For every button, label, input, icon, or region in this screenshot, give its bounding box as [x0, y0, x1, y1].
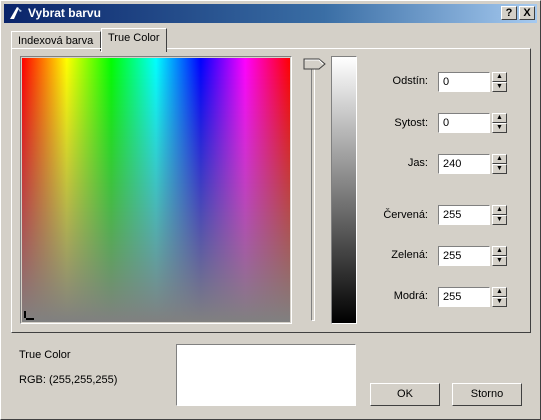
arrow-up-icon[interactable]: ▲ — [492, 154, 507, 164]
blue-input[interactable]: 255 — [438, 287, 490, 307]
hue-label: Odstín: — [392, 75, 428, 87]
arrow-down-icon[interactable]: ▼ — [492, 215, 507, 225]
color-mode-label: True Color — [19, 349, 71, 361]
green-input[interactable]: 255 — [438, 246, 490, 266]
color-preview — [176, 344, 356, 406]
saturation-input[interactable]: 0 — [438, 113, 490, 133]
cancel-button[interactable]: Storno — [452, 383, 522, 406]
dialog-window: Vybrat barvu ? X Indexová barva True Col… — [0, 0, 541, 420]
arrow-up-icon[interactable]: ▲ — [492, 287, 507, 297]
window-title: Vybrat barvu — [28, 6, 101, 20]
ok-button[interactable]: OK — [370, 383, 440, 406]
red-label: Červená: — [383, 209, 428, 221]
rgb-value-label: RGB: (255,255,255) — [19, 374, 118, 386]
blue-label: Modrá: — [393, 290, 428, 302]
color-spectrum[interactable] — [20, 56, 292, 324]
blue-spinner[interactable]: ▲ ▼ — [492, 287, 507, 307]
arrow-down-icon[interactable]: ▼ — [492, 256, 507, 266]
hue-spinner[interactable]: ▲ ▼ — [492, 72, 507, 92]
luminance-input[interactable]: 240 — [438, 154, 490, 174]
luminance-slider-thumb[interactable] — [303, 58, 327, 70]
arrow-down-icon[interactable]: ▼ — [492, 123, 507, 133]
luminance-spinner[interactable]: ▲ ▼ — [492, 154, 507, 174]
tab-true-color[interactable]: True Color — [101, 28, 167, 52]
title-bar: Vybrat barvu ? X — [4, 4, 537, 23]
luminance-slider-track[interactable] — [311, 63, 315, 321]
color-spectrum-gradient[interactable] — [22, 58, 290, 322]
green-label: Zelená: — [391, 249, 428, 261]
arrow-up-icon[interactable]: ▲ — [492, 113, 507, 123]
arrow-up-icon[interactable]: ▲ — [492, 72, 507, 82]
arrow-up-icon[interactable]: ▲ — [492, 246, 507, 256]
help-button[interactable]: ? — [501, 6, 517, 20]
green-spinner[interactable]: ▲ ▼ — [492, 246, 507, 266]
luminance-label: Jas: — [407, 157, 428, 169]
arrow-down-icon[interactable]: ▼ — [492, 164, 507, 174]
luminance-bar[interactable] — [331, 56, 357, 324]
arrow-up-icon[interactable]: ▲ — [492, 205, 507, 215]
red-input[interactable]: 255 — [438, 205, 490, 225]
color-picker-icon — [10, 7, 22, 19]
red-spinner[interactable]: ▲ ▼ — [492, 205, 507, 225]
saturation-label: Sytost: — [394, 117, 428, 129]
arrow-down-icon[interactable]: ▼ — [492, 297, 507, 307]
arrow-down-icon[interactable]: ▼ — [492, 82, 507, 92]
saturation-spinner[interactable]: ▲ ▼ — [492, 113, 507, 133]
close-button[interactable]: X — [519, 6, 535, 20]
hue-input[interactable]: 0 — [438, 72, 490, 92]
crosshair-cursor-icon[interactable] — [23, 311, 35, 321]
